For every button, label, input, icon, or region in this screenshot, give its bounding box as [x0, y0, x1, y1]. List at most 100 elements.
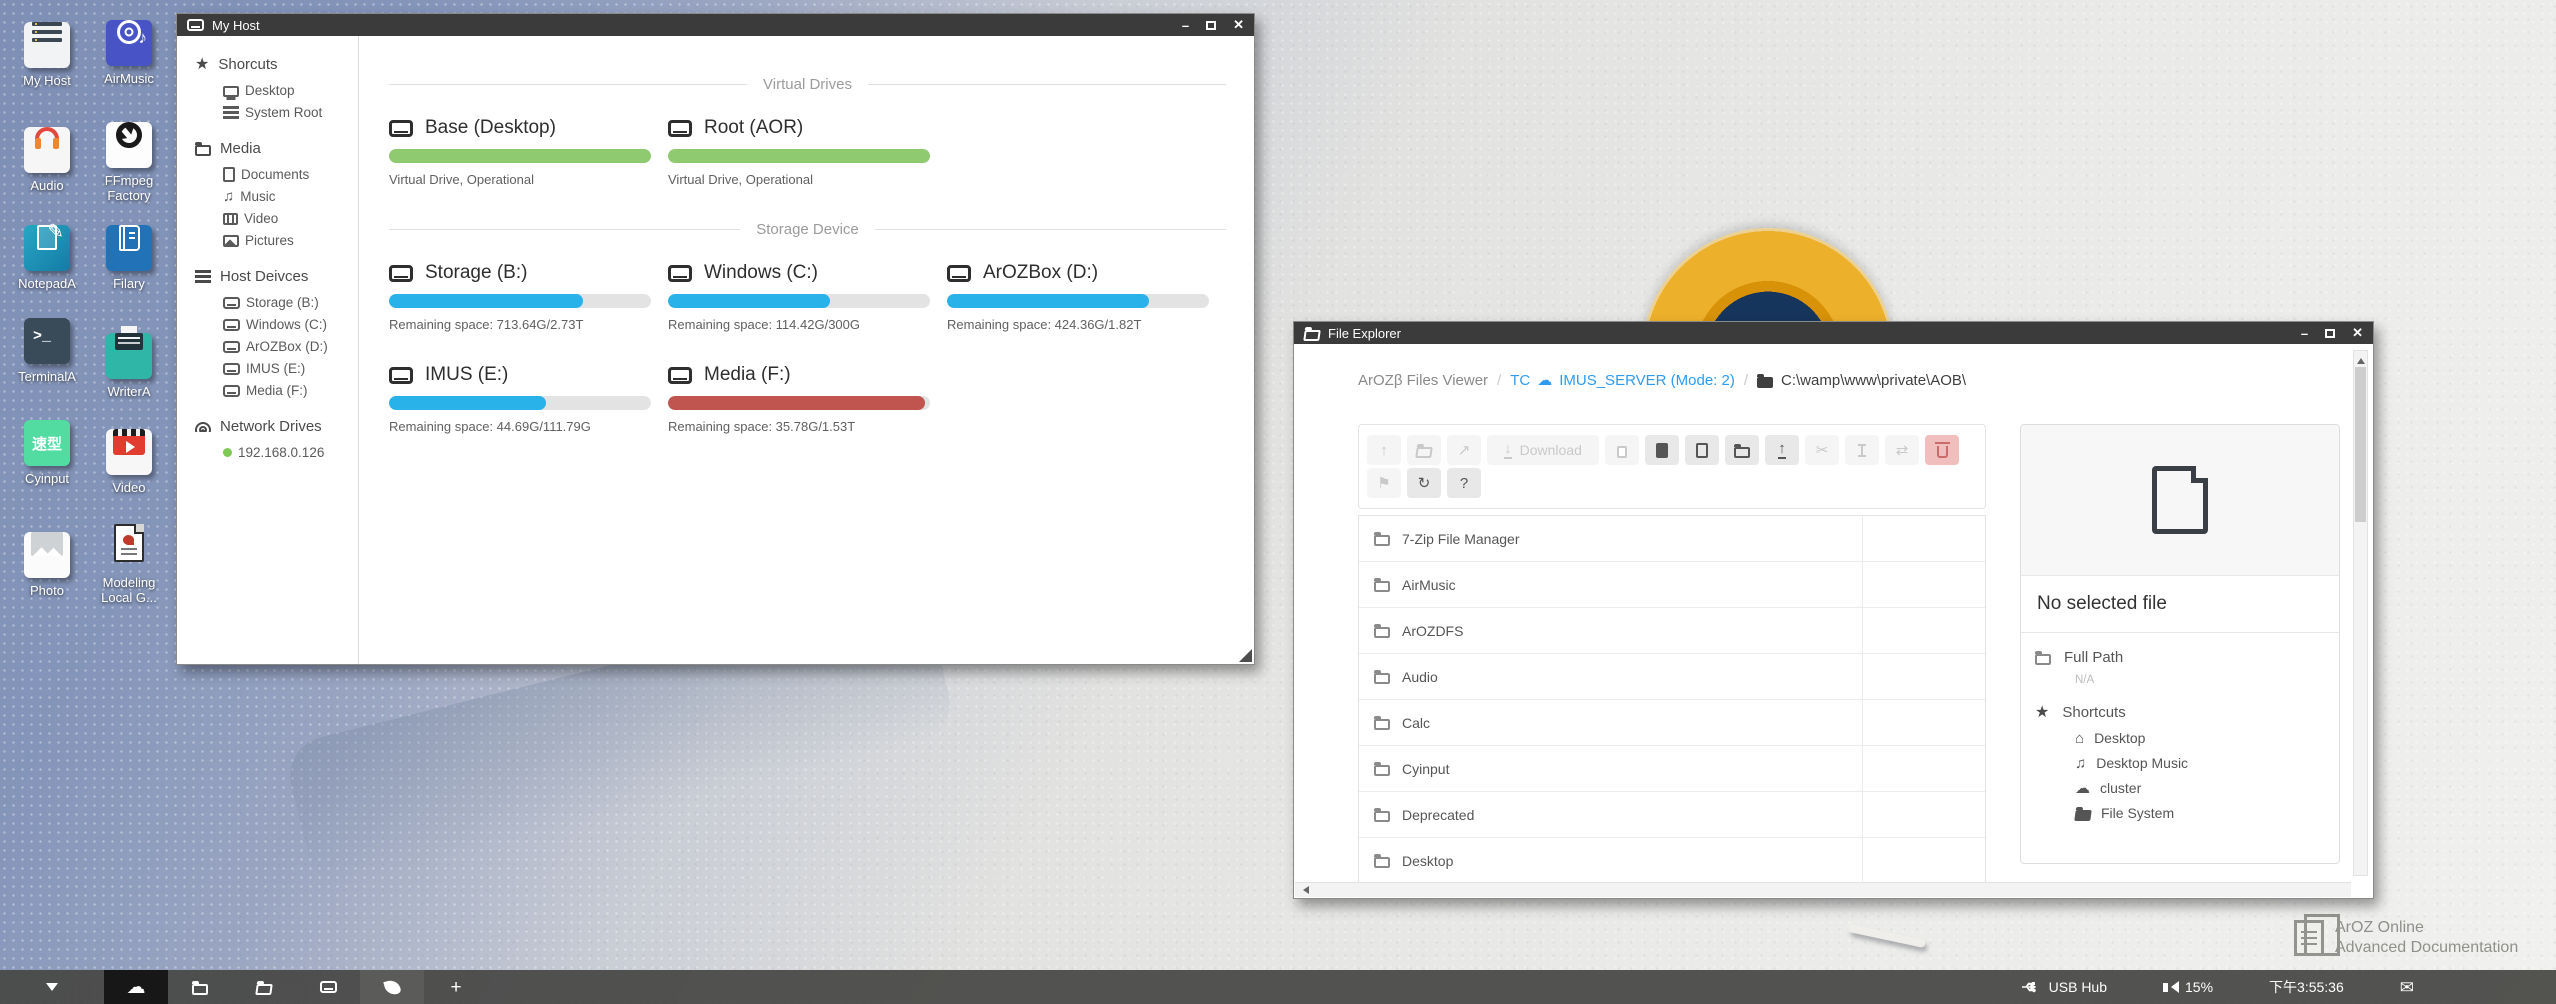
taskbar-button-folder-open[interactable]	[232, 970, 296, 1004]
drive-card-imus-e[interactable]: IMUS (E:) Remaining space: 44.69G/111.79…	[389, 364, 651, 434]
desktop-icon-label: Audio	[6, 178, 88, 193]
file-row[interactable]: Deprecated	[1359, 792, 1985, 838]
breadcrumb-app[interactable]: ArOZβ Files Viewer	[1358, 372, 1488, 389]
swap-button[interactable]: ⇄	[1885, 435, 1919, 465]
desktop-icon-photo[interactable]: Photo	[6, 522, 88, 624]
drive-card-arozbox-d[interactable]: ArOZBox (D:) Remaining space: 424.36G/1.…	[947, 262, 1209, 332]
breadcrumb-server-link[interactable]: TC ☁ IMUS_SERVER (Mode: 2)	[1510, 372, 1735, 389]
download-button[interactable]: ↓Download	[1487, 435, 1599, 465]
volume-tray-item[interactable]: 15%	[2163, 979, 2213, 995]
file-explorer-titlebar[interactable]: File Explorer – ✕	[1294, 322, 2373, 344]
sidebar-item-windows-c[interactable]: Windows (C:)	[223, 317, 358, 332]
desktop-icon-writera[interactable]: WriterA	[88, 318, 170, 420]
sidebar-item-music[interactable]: ♫ Music	[223, 189, 358, 204]
file-icon	[2152, 466, 2208, 534]
minimize-button[interactable]: –	[2301, 326, 2308, 341]
taskbar-button-cloud[interactable]: ☁	[104, 970, 168, 1004]
new-file-button[interactable]	[1685, 435, 1719, 465]
shortcut-cluster[interactable]: ☁ cluster	[2075, 780, 2325, 796]
bookmark-button[interactable]: ⚑	[1367, 468, 1401, 498]
file-row[interactable]: Cyinput	[1359, 746, 1985, 792]
sidebar-item-arozbox-d[interactable]: ArOZBox (D:)	[223, 339, 358, 354]
taskbar-button-add[interactable]: +	[424, 970, 488, 1004]
minimize-button[interactable]: –	[1182, 18, 1189, 33]
desktop-icon-grid: My Host AirMusic Audio FFmpeg Factory No…	[6, 12, 170, 624]
clock-tray-item[interactable]: 下午3:55:36	[2269, 977, 2344, 997]
close-button[interactable]: ✕	[1233, 17, 1244, 33]
shortcut-file-system[interactable]: File System	[2075, 805, 2325, 821]
shortcut-desktop-music[interactable]: ♫ Desktop Music	[2075, 755, 2325, 771]
terminal-icon: >_	[24, 318, 70, 364]
desktop-icon-my-host[interactable]: My Host	[6, 12, 88, 114]
drive-card-windows-c[interactable]: Windows (C:) Remaining space: 114.42G/30…	[668, 262, 930, 332]
cd-music-icon	[106, 20, 152, 66]
scrollbar-thumb[interactable]	[2355, 367, 2366, 522]
refresh-button[interactable]: ↻	[1407, 468, 1441, 498]
breadcrumb-path[interactable]: C:\wamp\www\private\AOB\	[1757, 372, 1966, 389]
file-row[interactable]: AirMusic	[1359, 562, 1985, 608]
maximize-button[interactable]	[1206, 21, 1216, 30]
open-external-button[interactable]: ↗	[1447, 435, 1481, 465]
rename-button[interactable]	[1845, 435, 1879, 465]
folder-icon	[1374, 857, 1390, 868]
my-host-titlebar[interactable]: My Host – ✕	[177, 14, 1254, 36]
vertical-scrollbar[interactable]	[2353, 350, 2368, 876]
file-row[interactable]: Audio	[1359, 654, 1985, 700]
star-icon: ★	[195, 57, 209, 73]
delete-button[interactable]	[1925, 435, 1959, 465]
sidebar-item-desktop[interactable]: Desktop	[223, 83, 358, 98]
shortcut-desktop[interactable]: ⌂ Desktop	[2075, 730, 2325, 746]
desktop-icon-label: Cyinput	[6, 471, 88, 486]
desktop-icon-label: Photo	[6, 583, 88, 598]
sidebar-item-system-root[interactable]: System Root	[223, 105, 358, 120]
system-tray: USB Hub 15% 下午3:55:36 ✉	[2021, 977, 2556, 997]
close-button[interactable]: ✕	[2352, 325, 2363, 341]
drive-card-media-f[interactable]: Media (F:) Remaining space: 35.78G/1.53T	[668, 364, 930, 434]
maximize-button[interactable]	[2325, 329, 2335, 338]
desktop-icon-airmusic[interactable]: AirMusic	[88, 12, 170, 114]
desktop-icon-filary[interactable]: Filary	[88, 216, 170, 318]
sidebar-item-media-f[interactable]: Media (F:)	[223, 383, 358, 398]
sidebar-item-storage-b[interactable]: Storage (B:)	[223, 295, 358, 310]
sidebar-item-documents[interactable]: Documents	[223, 167, 358, 182]
sidebar-item-network-192-168-0-126[interactable]: 192.168.0.126	[223, 445, 358, 460]
help-button[interactable]: ?	[1447, 468, 1481, 498]
sidebar-item-pictures[interactable]: Pictures	[223, 233, 358, 248]
desktop-icon-notepada[interactable]: NotepadA	[6, 216, 88, 318]
paste-button[interactable]	[1645, 435, 1679, 465]
taskbar-menu-arrow[interactable]	[0, 977, 104, 997]
desktop-icon-video[interactable]: Video	[88, 420, 170, 522]
drive-card-root-aor[interactable]: Root (AOR) Virtual Drive, Operational	[668, 117, 930, 187]
chevron-down-icon	[46, 983, 58, 997]
drive-card-base-desktop[interactable]: Base (Desktop) Virtual Drive, Operationa…	[389, 117, 651, 187]
mail-tray-item[interactable]: ✉	[2400, 979, 2414, 996]
up-button[interactable]: ↑	[1367, 435, 1401, 465]
horizontal-scrollbar[interactable]	[1295, 882, 2351, 897]
drive-icon	[389, 120, 413, 137]
section-divider-storage-device: Storage Device	[389, 221, 1226, 238]
file-row[interactable]: Desktop	[1359, 838, 1985, 883]
open-button[interactable]	[1407, 435, 1441, 465]
taskbar-button-drive[interactable]	[296, 970, 360, 1004]
new-folder-button[interactable]	[1725, 435, 1759, 465]
cut-button[interactable]: ✂	[1805, 435, 1839, 465]
copy-button[interactable]	[1605, 435, 1639, 465]
sidebar-group-network-drives: Network Drives	[195, 418, 358, 435]
desktop-icon-cyinput[interactable]: 速型 Cyinput	[6, 420, 88, 522]
usb-tray-item[interactable]: USB Hub	[2021, 979, 2107, 995]
drive-card-storage-b[interactable]: Storage (B:) Remaining space: 713.64G/2.…	[389, 262, 651, 332]
desktop-icon-audio[interactable]: Audio	[6, 114, 88, 216]
taskbar-button-leaf[interactable]	[360, 970, 424, 1004]
file-row[interactable]: ArOZDFS	[1359, 608, 1985, 654]
file-row[interactable]: 7-Zip File Manager	[1359, 516, 1985, 562]
desktop-icon-modeling-pdf[interactable]: Modeling Local G...	[88, 522, 170, 624]
sidebar-item-imus-e[interactable]: IMUS (E:)	[223, 361, 358, 376]
desktop-icon-ffmpeg-factory[interactable]: FFmpeg Factory	[88, 114, 170, 216]
sidebar-item-video[interactable]: Video	[223, 211, 358, 226]
upload-button[interactable]: ↑	[1765, 435, 1799, 465]
taskbar-button-folder[interactable]	[168, 970, 232, 1004]
file-row[interactable]: Calc	[1359, 700, 1985, 746]
scroll-left-arrow[interactable]	[1299, 886, 1309, 894]
desktop-icon-terminala[interactable]: >_ TerminalA	[6, 318, 88, 420]
scroll-up-arrow[interactable]	[2357, 354, 2365, 364]
